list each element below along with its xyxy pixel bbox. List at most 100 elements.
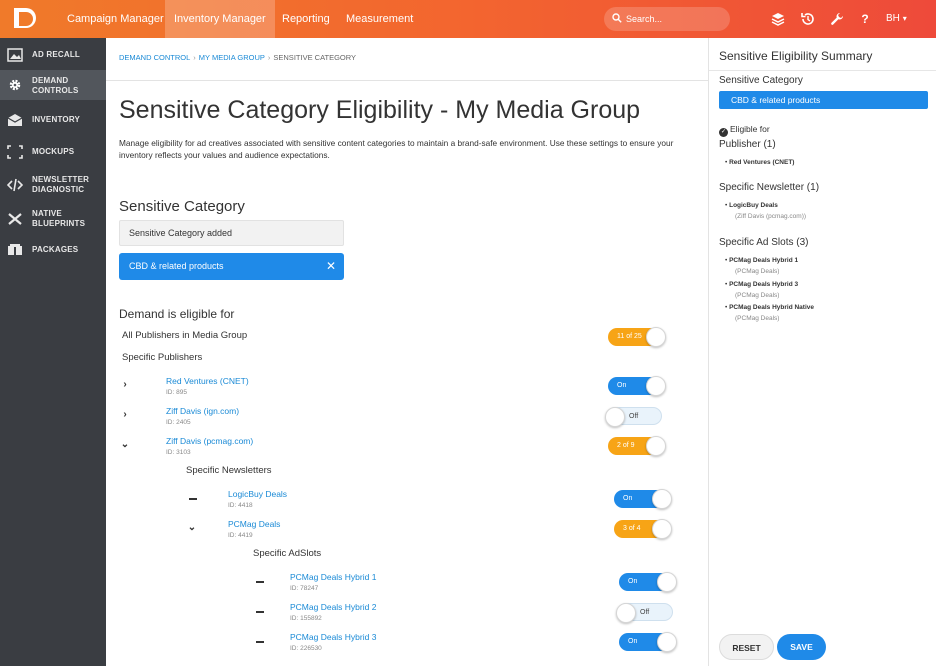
nav-reporting[interactable]: Reporting [273, 0, 339, 38]
summary-category-label: Sensitive Category [719, 75, 803, 86]
packages-icon [8, 244, 22, 255]
sensitive-category-heading: Sensitive Category [119, 198, 245, 215]
publisher-id: ID: 3103 [166, 449, 191, 456]
newsletter-toggle[interactable]: On [614, 489, 672, 509]
summary-adslot-heading: Specific Ad Slots (3) [719, 237, 809, 248]
nav-inventory-manager[interactable]: Inventory Manager [165, 0, 275, 38]
toggle-knob [657, 632, 677, 652]
specific-adslots-label: Specific AdSlots [253, 548, 322, 559]
newsletter-id: ID: 4418 [228, 502, 253, 509]
summary-adslot-item: • PCMag Deals Hybrid 3 [725, 281, 799, 288]
chevron-down-icon[interactable]: ⌄ [187, 523, 197, 533]
selected-category-chip[interactable]: CBD & related products ✕ [119, 253, 344, 280]
newsletter-name[interactable]: LogicBuy Deals [228, 489, 287, 499]
inbox-icon [7, 114, 23, 126]
adslot-name[interactable]: PCMag Deals Hybrid 3 [290, 632, 376, 642]
help-icon[interactable]: ? [857, 11, 873, 27]
nav-measurement[interactable]: Measurement [337, 0, 422, 38]
eligible-for-label: Eligible for [730, 124, 770, 134]
sidebar-item-label: Native Blueprints [32, 209, 86, 228]
toggle-label: On [628, 638, 638, 645]
newsletter-name[interactable]: PCMag Deals [228, 519, 280, 529]
toggle-label: On [623, 495, 633, 502]
summary-publisher-heading: Publisher (1) [719, 139, 776, 150]
user-menu[interactable]: BH ▾ [886, 11, 907, 27]
all-publishers-toggle[interactable]: 11 of 25 [608, 327, 666, 347]
adslot-toggle[interactable]: On [619, 632, 677, 652]
toggle-knob [605, 407, 625, 427]
adslot-id: ID: 155892 [290, 615, 322, 622]
publisher-toggle[interactable]: On [608, 376, 666, 396]
sensitive-category-added-field: Sensitive Category added [119, 220, 344, 246]
code-icon [7, 178, 23, 192]
reset-button[interactable]: Reset [719, 634, 774, 660]
sidebar-item-mockups[interactable]: Mockups [0, 142, 106, 162]
publisher-id: ID: 2405 [166, 419, 191, 426]
dash-icon [256, 641, 264, 643]
sidebar-item-demand-controls[interactable]: Demand Controls [0, 70, 106, 100]
check-circle-icon: ✓ [719, 128, 728, 137]
publisher-toggle[interactable]: 2 of 9 [608, 436, 666, 456]
summary-publisher-item: • Red Ventures (CNET) [725, 159, 795, 166]
demand-eligible-heading: Demand is eligible for [119, 307, 235, 321]
page-title: Sensitive Category Eligibility - My Medi… [119, 96, 641, 124]
publisher-name[interactable]: Ziff Davis (pcmag.com) [166, 436, 253, 446]
chevron-right-icon[interactable]: › [120, 380, 130, 390]
history-icon[interactable] [800, 11, 816, 27]
wrench-icon[interactable] [829, 11, 845, 27]
adslot-name[interactable]: PCMag Deals Hybrid 2 [290, 602, 376, 612]
dash-icon [189, 498, 197, 500]
summary-publisher-name: Red Ventures (CNET) [729, 159, 795, 166]
breadcrumb-current: Sensitive Category [273, 53, 357, 62]
summary-adslot-item: • PCMag Deals Hybrid 1 [725, 257, 799, 264]
chevron-right-icon: › [267, 53, 271, 62]
toggle-label: Off [629, 413, 639, 420]
publisher-name[interactable]: Ziff Davis (ign.com) [166, 406, 239, 416]
sidebar-item-inventory[interactable]: Inventory [0, 110, 106, 130]
app-logo-icon[interactable] [10, 4, 40, 34]
dash-icon [256, 581, 264, 583]
nav-campaign-manager[interactable]: Campaign Manager [58, 0, 173, 38]
adslot-toggle[interactable]: Off [616, 603, 673, 623]
summary-newsletter-heading: Specific Newsletter (1) [719, 182, 820, 193]
search-input[interactable]: Search... [604, 7, 730, 31]
breadcrumb-my-media-group[interactable]: My Media Group [199, 53, 265, 62]
toggle-knob [616, 603, 636, 623]
layers-icon[interactable] [770, 11, 786, 27]
image-icon [7, 48, 23, 62]
header-divider [106, 80, 708, 81]
breadcrumb: Demand Control › My Media Group › Sensitive … [119, 53, 356, 62]
sidebar-item-label: Ad Recall [32, 50, 81, 59]
sidebar-item-newsletter-diagnostic[interactable]: Newsletter Diagnostic [0, 172, 106, 198]
frame-icon [7, 145, 23, 159]
tools-icon [8, 213, 22, 225]
chevron-right-icon[interactable]: › [120, 410, 130, 420]
summary-adslot-name: PCMag Deals Hybrid 3 [729, 281, 799, 288]
breadcrumb-demand-control[interactable]: Demand Control [119, 53, 190, 62]
newsletter-toggle[interactable]: 3 of 4 [614, 519, 672, 539]
adslot-name[interactable]: PCMag Deals Hybrid 1 [290, 572, 376, 582]
toggle-knob [646, 327, 666, 347]
summary-divider [709, 70, 936, 71]
close-icon[interactable]: ✕ [326, 253, 336, 280]
toggle-label: 2 of 9 [617, 442, 635, 449]
dash-icon [256, 611, 264, 613]
toggle-label: Off [640, 609, 650, 616]
toggle-label: 11 of 25 [617, 333, 642, 340]
toggle-knob [646, 376, 666, 396]
publisher-toggle[interactable]: Off [605, 407, 662, 427]
sidebar-item-ad-recall[interactable]: Ad Recall [0, 44, 106, 66]
gear-icon [9, 79, 21, 91]
left-sidebar: Ad Recall Demand Controls Inventory Mock… [0, 38, 106, 666]
sidebar-item-native-blueprints[interactable]: Native Blueprints [0, 206, 106, 232]
publisher-name[interactable]: Red Ventures (CNET) [166, 376, 249, 386]
search-placeholder: Search... [626, 14, 663, 24]
toggle-knob [657, 572, 677, 592]
toggle-knob [652, 489, 672, 509]
summary-adslot-sub: (PCMag Deals) [735, 315, 780, 322]
save-button[interactable]: Save [777, 634, 826, 660]
adslot-toggle[interactable]: On [619, 572, 677, 592]
sidebar-item-packages[interactable]: Packages [0, 240, 106, 260]
adslot-id: ID: 226530 [290, 645, 322, 652]
chevron-down-icon[interactable]: ⌄ [120, 440, 130, 450]
